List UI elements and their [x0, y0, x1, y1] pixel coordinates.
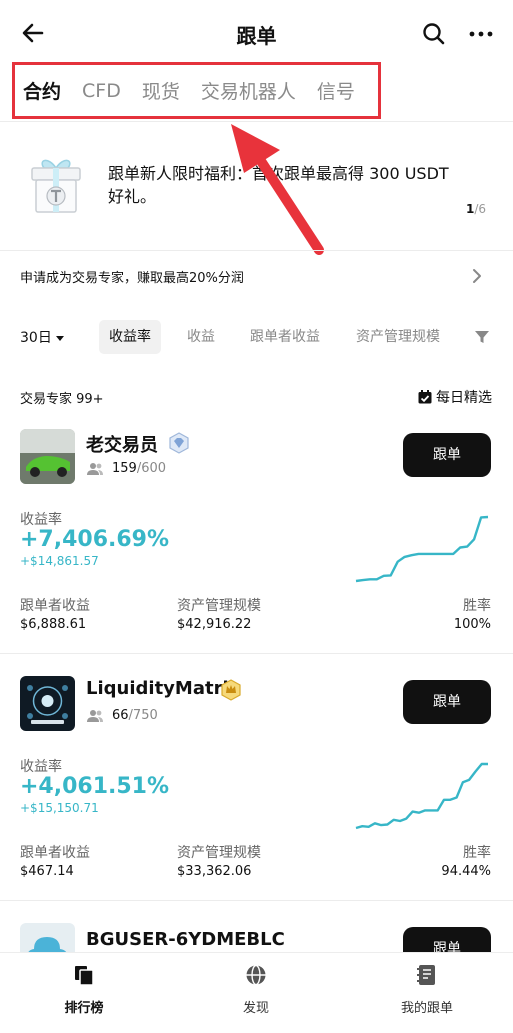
trader-name: LiquidityMatrix: [86, 678, 241, 699]
roi-value: +4,061.51%: [20, 774, 170, 799]
promo-banner[interactable]: 跟单新人限时福利：首次跟单最高得 300 USDT 好礼。 1/6: [0, 122, 513, 250]
roi-label: 收益率: [20, 759, 62, 775]
trader-avatar: [20, 923, 75, 952]
banner-text: 跟单新人限时福利：首次跟单最高得 300 USDT 好礼。: [108, 164, 449, 206]
filter-bar: 30日 收益率 收益 跟单者收益 资产管理规模: [0, 318, 513, 356]
nav-label-ranking: 排行榜: [64, 1001, 104, 1016]
follower-max: /600: [136, 461, 167, 476]
gold-badge-icon: [221, 679, 241, 701]
roi-value: +7,406.69%: [20, 527, 170, 552]
nav-item-discover[interactable]: 发现: [196, 963, 316, 1016]
roi-label: 收益率: [20, 512, 62, 528]
trader-name: 老交易员: [86, 435, 158, 456]
divider: [0, 900, 513, 901]
follower-current: 66: [112, 708, 129, 723]
more-icon[interactable]: [466, 21, 496, 47]
tab-spot[interactable]: 现货: [142, 77, 180, 104]
nav-item-my-copy[interactable]: 我的跟单: [367, 963, 487, 1016]
caret-down-icon: [55, 335, 64, 341]
follower-current: 159: [112, 461, 137, 476]
nav-label-my-copy: 我的跟单: [400, 1001, 453, 1016]
bottom-nav: 排行榜 发现 我的跟单: [0, 952, 513, 1033]
sort-chip-roi[interactable]: 收益率: [99, 320, 161, 354]
gift-box-icon: [31, 159, 81, 213]
divider: [0, 250, 513, 251]
users-icon: [87, 462, 103, 475]
roi-sparkline: [355, 762, 488, 830]
roi-sparkline: [355, 515, 489, 583]
trader-card[interactable]: LiquidityMatrix 66/750 跟单 收益率 +4,061.51%…: [0, 676, 513, 904]
nav-label-discover: 发现: [242, 1001, 269, 1016]
ranking-icon: [75, 966, 94, 986]
trader-avatar: [20, 429, 75, 484]
app-header: 跟单: [0, 0, 513, 64]
stat-value-win-rate: 94.44%: [441, 864, 491, 879]
trader-avatar: [20, 676, 75, 731]
banner-page-total: /6: [474, 202, 487, 216]
become-expert-row[interactable]: 申请成为交易专家，赚取最高20%分润: [0, 252, 513, 300]
diamond-badge-icon: [169, 432, 189, 454]
follower-count: 159/600: [86, 461, 166, 476]
stat-label-win-rate: 胜率: [463, 845, 491, 861]
daily-pick-label: 每日精选: [436, 390, 492, 406]
follower-count: 66/750: [86, 708, 158, 723]
notebook-icon: [417, 965, 435, 985]
copy-trade-button[interactable]: 跟单: [403, 680, 491, 724]
stat-label-aum: 资产管理规模: [177, 845, 261, 861]
stat-value-win-rate: 100%: [453, 617, 491, 632]
trader-card[interactable]: 老交易员 159/600 跟单 收益率 +7,406.69% +$14,861.…: [0, 429, 513, 657]
trader-name: BGUSER-6YDMEBLC: [86, 929, 285, 950]
chevron-right-icon: [473, 269, 481, 283]
period-dropdown[interactable]: 30日: [20, 327, 64, 347]
copy-trade-button[interactable]: 跟单: [403, 927, 491, 952]
become-expert-text: 申请成为交易专家，赚取最高20%分润: [20, 271, 244, 286]
tab-futures[interactable]: 合约: [23, 77, 61, 104]
tab-cfd[interactable]: CFD: [82, 80, 121, 102]
stat-value-follower-pnl: $6,888.61: [20, 617, 87, 632]
tab-signals[interactable]: 信号: [317, 77, 355, 104]
sort-chip-aum[interactable]: 资产管理规模: [346, 320, 450, 354]
list-header: 交易专家 99+ 每日精选: [0, 384, 513, 408]
stat-label-win-rate: 胜率: [463, 598, 491, 614]
tab-trading-bots[interactable]: 交易机器人: [201, 77, 296, 104]
stat-label-follower-pnl: 跟单者收益: [20, 845, 90, 861]
daily-pick-button[interactable]: 每日精选: [417, 387, 492, 407]
filter-icon[interactable]: [474, 329, 490, 345]
category-tabs: 合约 CFD 现货 交易机器人 信号: [12, 62, 381, 119]
follower-max: /750: [128, 708, 158, 723]
banner-pagination: 1/6: [466, 202, 486, 216]
pnl-value: +$14,861.57: [20, 554, 99, 568]
expert-count: 交易专家 99+: [20, 392, 104, 407]
stat-label-aum: 资产管理规模: [177, 598, 261, 614]
search-icon[interactable]: [421, 21, 447, 47]
nav-item-ranking[interactable]: 排行榜: [24, 963, 144, 1016]
stat-label-follower-pnl: 跟单者收益: [20, 598, 90, 614]
copy-trade-button[interactable]: 跟单: [403, 433, 491, 477]
stat-value-aum: $33,362.06: [177, 864, 252, 879]
period-label: 30日: [20, 330, 52, 346]
users-icon: [87, 709, 103, 722]
sort-chip-pnl[interactable]: 收益: [177, 320, 225, 354]
globe-icon: [246, 964, 266, 986]
divider: [0, 653, 513, 654]
pnl-value: +$15,150.71: [20, 801, 99, 815]
calendar-check-icon: [418, 390, 432, 404]
stat-value-follower-pnl: $467.14: [20, 864, 74, 879]
trader-card[interactable]: BGUSER-6YDMEBLC 跟单: [0, 923, 513, 952]
stat-value-aum: $42,916.22: [177, 617, 252, 632]
sort-chip-follower-pnl[interactable]: 跟单者收益: [240, 320, 330, 354]
